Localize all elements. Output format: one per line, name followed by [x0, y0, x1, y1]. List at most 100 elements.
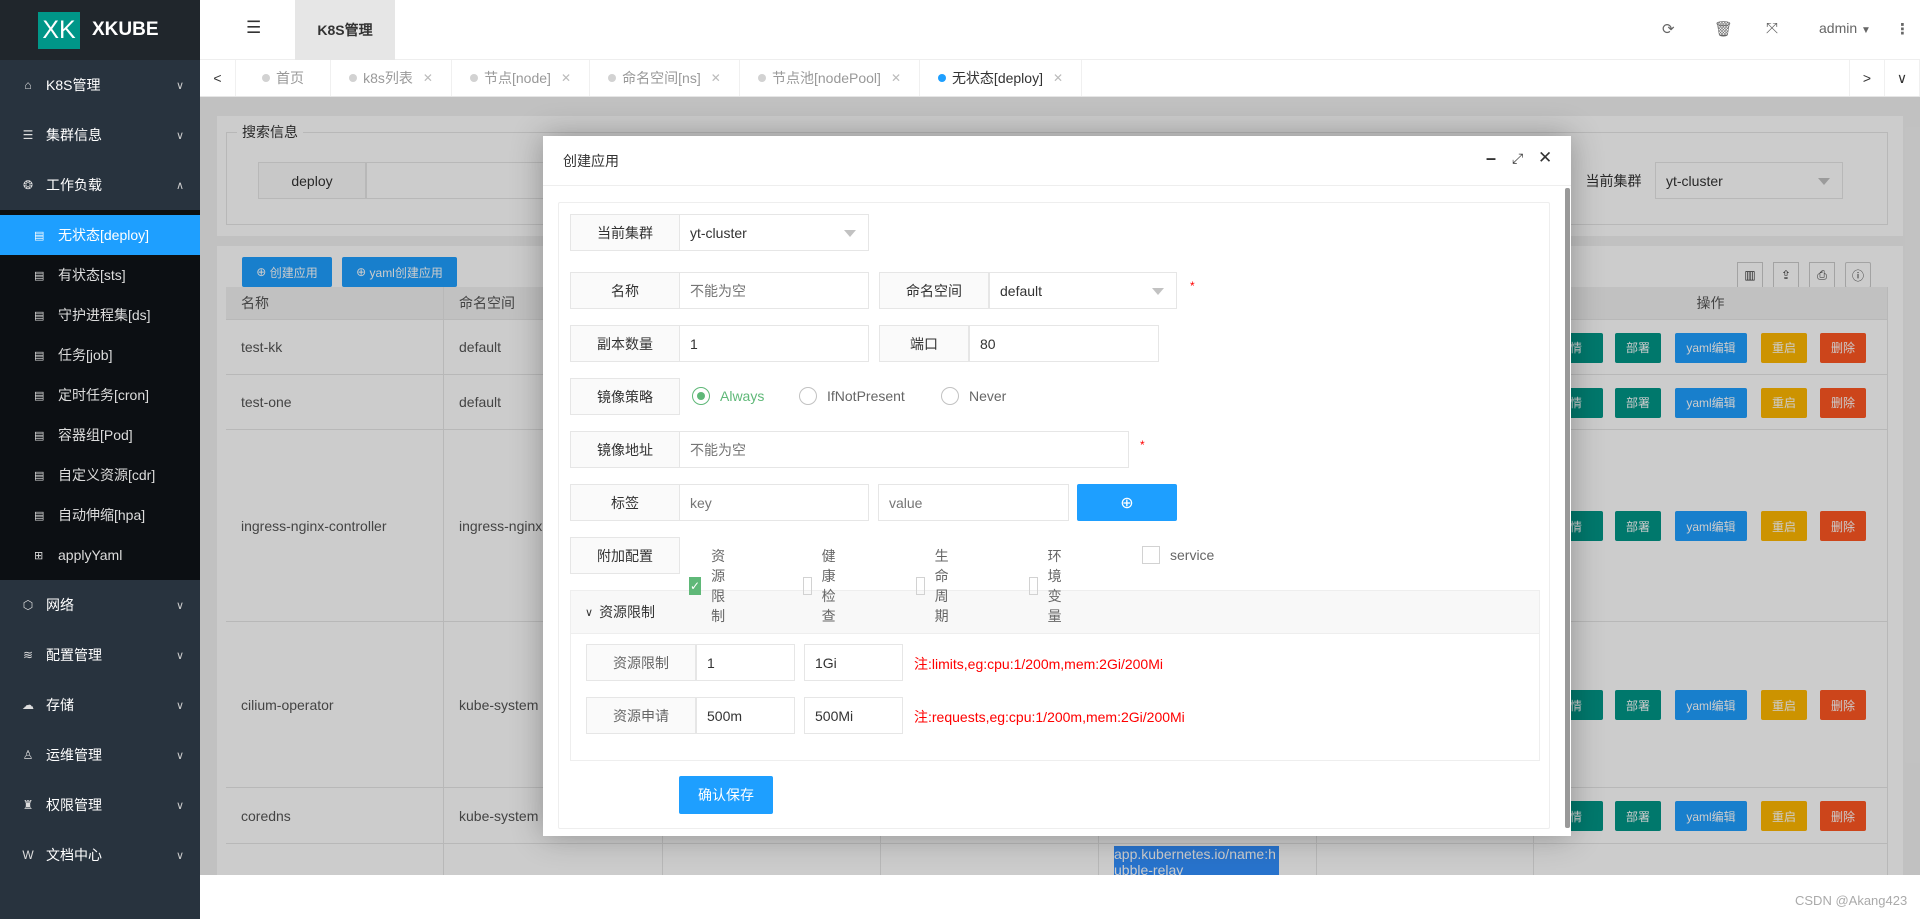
sidebar-item-label: 存储 [46, 697, 74, 713]
sidebar-item[interactable]: ♜ 权限管理 ∨ [0, 780, 200, 830]
radio-label: IfNotPresent [827, 388, 905, 404]
sidebar-item-workload[interactable]: ❂ 工作负载 ∧ [0, 160, 200, 210]
checkbox-label: 环境变量 [1047, 548, 1062, 624]
request-mem-input[interactable]: 500Mi [804, 697, 903, 734]
tab[interactable]: k8s列表 ✕ [331, 60, 452, 96]
tab-label: 节点[node] [484, 70, 551, 86]
radio-never[interactable]: Never [941, 387, 1006, 405]
close-tab-icon[interactable]: ✕ [1053, 71, 1063, 85]
cluster-field-label: 当前集群 [570, 214, 680, 251]
cube-icon: ❂ [22, 178, 34, 192]
checkbox[interactable]: service [1142, 546, 1214, 564]
module-tab-k8s[interactable]: K8S管理 [295, 0, 395, 60]
checkbox-label: 生命周期 [934, 548, 949, 624]
close-tab-icon[interactable]: ✕ [423, 71, 433, 85]
minimize-icon[interactable]: – [1486, 148, 1496, 169]
checkbox-box [916, 577, 925, 595]
sidebar-item-label: 运维管理 [46, 747, 102, 763]
more-icon[interactable]: ⋮ [1895, 20, 1910, 38]
list-icon: ▤ [34, 229, 45, 242]
name-input[interactable] [679, 272, 869, 309]
sidebar-subitem[interactable]: ▤ 无状态[deploy] [0, 215, 200, 255]
tab[interactable]: 首页 [236, 60, 331, 96]
list-icon: ▤ [34, 269, 45, 282]
tag-value-input[interactable] [878, 484, 1069, 521]
radio-label: Always [720, 388, 765, 404]
limit-mem-input[interactable]: 1Gi [804, 644, 903, 681]
sidebar-subitem[interactable]: ▤ 任务[job] [0, 335, 200, 375]
close-tab-icon[interactable]: ✕ [711, 71, 721, 85]
sidebar-item-label: 工作负载 [46, 177, 102, 193]
checkbox[interactable]: 健康检查 [803, 546, 845, 626]
tabs-prev-button[interactable]: < [200, 60, 236, 96]
tab-dot-icon [349, 74, 358, 82]
sidebar-subitem[interactable]: ▤ 自定义资源[cdr] [0, 455, 200, 495]
server-icon: ☰ [22, 128, 34, 142]
username: admin [1819, 20, 1858, 36]
user-menu[interactable]: admin ▼ [1819, 20, 1871, 36]
radio-circle [692, 387, 710, 405]
sidebar-item[interactable]: ☁ 存储 ∨ [0, 680, 200, 730]
sidebar-item[interactable]: ♙ 运维管理 ∨ [0, 730, 200, 780]
checkbox[interactable]: 环境变量 [1029, 546, 1071, 626]
request-cpu-input[interactable]: 500m [696, 697, 795, 734]
caret-down-icon: ▼ [1861, 25, 1871, 36]
refresh-icon[interactable]: ⟳ [1662, 20, 1675, 38]
trash-icon[interactable]: 🗑 [1714, 20, 1733, 38]
plus-square-icon: ⊞ [34, 549, 44, 562]
checkbox[interactable]: 生命周期 [916, 546, 958, 626]
radio-label: Never [969, 388, 1007, 404]
save-button[interactable]: 确认保存 [679, 776, 773, 814]
fullscreen-icon[interactable]: ⤧ [1766, 20, 1778, 37]
maximize-icon[interactable]: ⤢ [1512, 150, 1523, 167]
tab-dot-icon [757, 74, 766, 82]
sidebar-item[interactable]: ≋ 配置管理 ∨ [0, 630, 200, 680]
chevron-down-icon: ∨ [175, 129, 184, 142]
close-tab-icon[interactable]: ✕ [561, 71, 571, 85]
limit-cpu-input[interactable]: 1 [696, 644, 795, 681]
sidebar-subitem[interactable]: ▤ 自动伸缩[hpa] [0, 495, 200, 535]
required-mark: * [1140, 438, 1145, 452]
tag-key-input[interactable] [679, 484, 869, 521]
sidebar-item-cluster[interactable]: ☰ 集群信息 ∨ [0, 110, 200, 160]
chevron-down-icon: ∨ [175, 849, 184, 862]
namespace-select[interactable]: default [989, 272, 1177, 309]
tabs-dropdown-button[interactable]: ∨ [1885, 60, 1920, 96]
radio-always[interactable]: Always [692, 387, 764, 405]
chevron-down-icon: ∨ [175, 79, 184, 92]
menu-toggle-icon[interactable]: ☰ [246, 18, 261, 38]
sidebar-subitem-label: 自动伸缩[hpa] [58, 507, 146, 523]
tab[interactable]: 节点池[nodePool] ✕ [740, 60, 920, 96]
tab-label: 首页 [276, 70, 304, 86]
sidebar-subitem[interactable]: ▤ 定时任务[cron] [0, 375, 200, 415]
sidebar-subitem[interactable]: ▤ 守护进程集[ds] [0, 295, 200, 335]
close-tab-icon[interactable]: ✕ [891, 71, 901, 85]
cluster-field-select[interactable]: yt-cluster [679, 214, 869, 251]
limit-note: 注:limits,eg:cpu:1/200m,mem:2Gi/200Mi [914, 656, 1163, 672]
tab[interactable]: 节点[node] ✕ [452, 60, 590, 96]
sidebar-subitem-label: 自定义资源[cdr] [58, 467, 156, 483]
chevron-up-icon: ∧ [175, 179, 184, 192]
tab[interactable]: 命名空间[ns] ✕ [590, 60, 740, 96]
close-icon[interactable]: ✕ [1538, 148, 1552, 168]
checkbox[interactable]: ✓ 资源限制 [689, 546, 731, 626]
sidebar-subitem[interactable]: ▤ 有状态[sts] [0, 255, 200, 295]
add-tag-button[interactable]: ⊕ [1077, 484, 1177, 521]
port-input[interactable]: 80 [969, 325, 1159, 362]
sidebar-subitem[interactable]: ⊞ applyYaml [0, 535, 200, 575]
sidebar-subitem[interactable]: ▤ 容器组[Pod] [0, 415, 200, 455]
sidebar-item[interactable]: W 文档中心 ∨ [0, 830, 200, 880]
radio-ifnotpresent[interactable]: IfNotPresent [799, 387, 905, 405]
sidebar-subitem-label: 定时任务[cron] [58, 387, 150, 403]
sidebar-item-label: 集群信息 [46, 127, 102, 143]
replicas-input[interactable]: 1 [679, 325, 869, 362]
chevron-down-icon: ∨ [175, 649, 184, 662]
sidebar-item[interactable]: ⬡ 网络 ∨ [0, 580, 200, 630]
image-input[interactable] [679, 431, 1129, 468]
tabs-next-button[interactable]: > [1849, 60, 1885, 96]
tab-label: 节点池[nodePool] [771, 70, 881, 86]
tab[interactable]: 无状态[deploy] ✕ [920, 60, 1082, 96]
dialog-scrollbar[interactable] [1565, 188, 1570, 828]
checkbox-label: service [1170, 547, 1215, 563]
sidebar-item-k8s[interactable]: ⌂ K8S管理 ∨ [0, 60, 200, 110]
